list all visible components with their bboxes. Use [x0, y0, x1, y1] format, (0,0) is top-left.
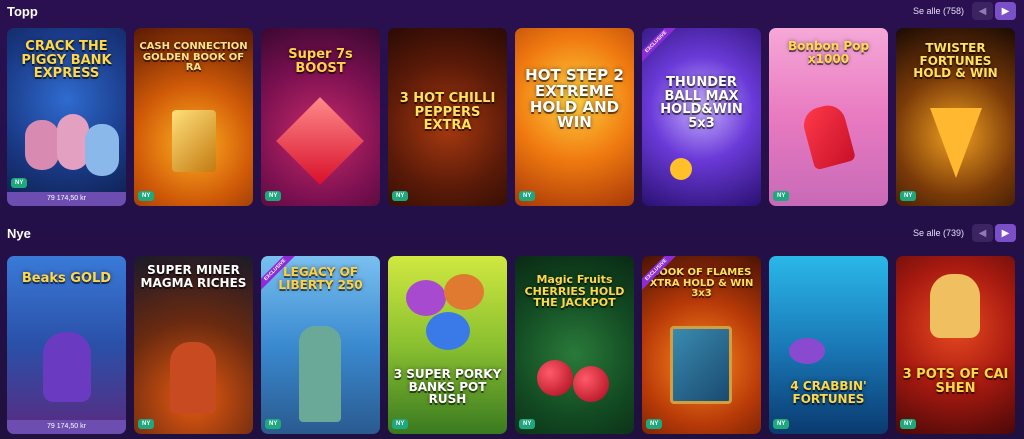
- carousel-next-button[interactable]: ▶: [995, 224, 1016, 242]
- game-tile[interactable]: THUNDER BALL MAX HOLD&WIN 5x3 EXCLUSIVE: [642, 28, 761, 206]
- game-tile[interactable]: BOOK OF FLAMES XTRA HOLD & WIN 3x3 EXCLU…: [642, 256, 761, 434]
- jackpot-amount: 79 174,50 kr: [7, 420, 126, 434]
- game-title: LEGACY OF LIBERTY 250: [278, 265, 363, 292]
- new-badge: NY: [11, 178, 28, 188]
- section-title: Nye: [7, 226, 31, 241]
- new-badge: NY: [519, 419, 536, 429]
- section-top: Topp Se alle (758) ◀ ▶ CRACK THE PIGGY B…: [0, 0, 1024, 206]
- chevron-right-icon: ▶: [1001, 5, 1010, 17]
- game-tile[interactable]: Magic Fruits CHERRIES HOLD THE JACKPOT N…: [515, 256, 634, 434]
- section-title: Topp: [7, 4, 38, 19]
- game-row: CRACK THE PIGGY BANK EXPRESS NY 79 174,5…: [7, 28, 1015, 206]
- new-badge: NY: [900, 191, 917, 201]
- chevron-right-icon: ▶: [1001, 227, 1010, 239]
- game-title: Super 7s BOOST: [288, 47, 353, 76]
- game-tile[interactable]: SUPER MINER MAGMA RICHES NY: [134, 256, 253, 434]
- chevron-left-icon: ◀: [978, 5, 987, 17]
- game-title: BOOK OF FLAMES XTRA HOLD & WIN 3x3: [649, 267, 754, 299]
- game-row: Beaks GOLD 79 174,50 kr SUPER MINER MAGM…: [7, 256, 1015, 434]
- new-badge: NY: [265, 419, 282, 429]
- game-tile[interactable]: 3 POTS OF CAI SHEN NY: [896, 256, 1015, 434]
- game-tile[interactable]: 4 CRABBIN' FORTUNES NY: [769, 256, 888, 434]
- new-badge: NY: [265, 191, 282, 201]
- game-title: CRACK THE PIGGY BANK EXPRESS: [21, 39, 112, 82]
- carousel-prev-button[interactable]: ◀: [972, 224, 993, 242]
- game-title: 3 SUPER PORKY BANKS POT RUSH: [393, 367, 502, 407]
- game-tile[interactable]: CRACK THE PIGGY BANK EXPRESS NY 79 174,5…: [7, 28, 126, 206]
- game-title: SUPER MINER MAGMA RICHES: [140, 263, 247, 290]
- game-tile[interactable]: 3 SUPER PORKY BANKS POT RUSH NY: [388, 256, 507, 434]
- game-title: 3 POTS OF CAI SHEN: [902, 367, 1009, 396]
- game-tile[interactable]: Beaks GOLD 79 174,50 kr: [7, 256, 126, 434]
- carousel-nav: ◀ ▶: [972, 224, 1016, 242]
- new-badge: NY: [646, 419, 663, 429]
- new-badge: NY: [900, 419, 917, 429]
- new-badge: NY: [773, 419, 790, 429]
- game-title: 4 CRABBIN' FORTUNES: [790, 379, 867, 406]
- game-title: TWISTER FORTUNES HOLD & WIN: [913, 41, 998, 81]
- game-title: Beaks GOLD: [21, 271, 112, 286]
- game-title: CASH CONNECTION GOLDEN BOOK OF RA: [139, 41, 248, 73]
- see-all-link[interactable]: Se alle (758): [913, 6, 964, 16]
- chevron-left-icon: ◀: [978, 227, 987, 239]
- new-badge: NY: [392, 419, 409, 429]
- see-all-link[interactable]: Se alle (739): [913, 228, 964, 238]
- game-tile[interactable]: 3 HOT CHILLI PEPPERS EXTRA NY: [388, 28, 507, 206]
- game-artwork: [769, 256, 888, 434]
- jackpot-amount: 79 174,50 kr: [7, 192, 126, 206]
- new-badge: NY: [392, 191, 409, 201]
- game-tile[interactable]: Bonbon Pop x1000 NY: [769, 28, 888, 206]
- game-tile[interactable]: CASH CONNECTION GOLDEN BOOK OF RA NY: [134, 28, 253, 206]
- game-tile[interactable]: HOT STEP 2 EXTREME HOLD AND WIN NY: [515, 28, 634, 206]
- new-badge: NY: [138, 419, 155, 429]
- new-badge: NY: [773, 191, 790, 201]
- game-title: 3 HOT CHILLI PEPPERS EXTRA: [399, 91, 496, 134]
- carousel-prev-button[interactable]: ◀: [972, 2, 993, 20]
- game-title: THUNDER BALL MAX HOLD&WIN 5x3: [660, 75, 743, 131]
- game-title: Bonbon Pop x1000: [787, 39, 870, 66]
- section-header: Nye Se alle (739) ◀ ▶: [0, 222, 1024, 248]
- carousel-next-button[interactable]: ▶: [995, 2, 1016, 20]
- game-title: Magic Fruits CHERRIES HOLD THE JACKPOT: [524, 273, 625, 310]
- game-title: HOT STEP 2 EXTREME HOLD AND WIN: [525, 66, 624, 132]
- new-badge: NY: [519, 191, 536, 201]
- game-tile[interactable]: Super 7s BOOST NY: [261, 28, 380, 206]
- carousel-nav: ◀ ▶: [972, 2, 1016, 20]
- new-badge: NY: [138, 191, 155, 201]
- section-header: Topp Se alle (758) ◀ ▶: [0, 0, 1024, 26]
- section-new: Nye Se alle (739) ◀ ▶ Beaks GOLD 79 174,…: [0, 222, 1024, 434]
- game-tile[interactable]: TWISTER FORTUNES HOLD & WIN NY: [896, 28, 1015, 206]
- game-tile[interactable]: LEGACY OF LIBERTY 250 EXCLUSIVE NY: [261, 256, 380, 434]
